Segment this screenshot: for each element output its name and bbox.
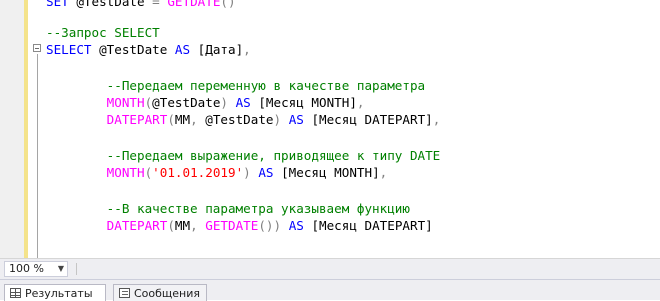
code-token: @TestDate [205, 112, 274, 127]
code-token: @TestDate [99, 42, 175, 57]
code-token: AS [235, 95, 259, 110]
code-line[interactable]: --В качестве параметра указываем функцию [46, 200, 410, 217]
editor-status-bar: 100 % ▼ [0, 258, 660, 279]
code-token: [Дата] [197, 42, 244, 57]
sql-editor[interactable]: SET @TestDate = GETDATE() --Запрос SELEC… [0, 0, 660, 258]
tab-results[interactable]: Результаты [4, 284, 106, 301]
change-tracking-bar [24, 0, 28, 258]
code-token: --В качестве параметра указываем функцию [46, 201, 410, 216]
code-token: AS [288, 218, 312, 233]
code-token: AS [288, 112, 312, 127]
code-token: ( [167, 218, 175, 233]
line-gutter [0, 0, 25, 258]
code-token: MM [174, 218, 191, 233]
zoom-value: 100 % [9, 262, 44, 275]
code-token: @TestDate [152, 95, 221, 110]
code-line[interactable]: SELECT @TestDate AS [Дата], [46, 41, 251, 58]
code-line[interactable]: --Передаем выражение, приводящее к типу … [46, 147, 441, 164]
code-token: --Передаем переменную в качестве парамет… [46, 78, 426, 93]
code-token: = [152, 0, 168, 9]
code-line[interactable]: DATEPART(MM, GETDATE()) AS [Месяц DATEPA… [46, 217, 433, 234]
code-line[interactable]: MONTH('01.01.2019') AS [Месяц MONTH], [46, 164, 388, 181]
code-token: , [432, 112, 441, 127]
code-token: --Запрос SELECT [46, 25, 160, 40]
code-token: GETDATE [167, 0, 221, 9]
chevron-down-icon[interactable]: ▼ [58, 262, 64, 276]
fold-guide-line [37, 54, 38, 258]
code-line[interactable]: MONTH(@TestDate) AS [Месяц MONTH], [46, 94, 365, 111]
scrollbar-separator [76, 263, 77, 275]
code-token: MM [174, 112, 191, 127]
code-token: [Месяц DATEPART] [311, 112, 433, 127]
messages-icon [119, 288, 130, 298]
code-token: , [356, 95, 365, 110]
code-token: , [190, 112, 206, 127]
code-token: [Месяц MONTH] [258, 95, 357, 110]
results-tabs: Результаты Сообщения [0, 279, 660, 301]
code-token: ) [220, 95, 236, 110]
code-token: DATEPART [46, 218, 168, 233]
zoom-dropdown[interactable]: 100 % ▼ [4, 261, 68, 277]
results-grid-icon [10, 288, 21, 298]
code-token: SELECT [46, 42, 100, 57]
tab-messages-label: Сообщения [134, 287, 201, 300]
code-token: AS [258, 165, 282, 180]
code-token: , [243, 42, 251, 57]
code-token: '01.01.2019' [152, 165, 244, 180]
collapse-region-icon[interactable] [33, 44, 41, 52]
code-token: --Передаем выражение, приводящее к типу … [46, 148, 441, 163]
tab-messages[interactable]: Сообщения [113, 284, 207, 301]
code-token: DATEPART [46, 112, 168, 127]
code-token: ()) [258, 218, 289, 233]
code-token: ( [167, 112, 175, 127]
code-token: @TestDate [76, 0, 153, 9]
code-token: [Месяц DATEPART] [311, 218, 433, 233]
tab-results-label: Результаты [25, 287, 93, 300]
code-token: SET [46, 0, 77, 9]
code-token: , [379, 165, 388, 180]
code-token: [Месяц MONTH] [281, 165, 380, 180]
code-token: GETDATE [205, 218, 259, 233]
code-token: , [190, 218, 206, 233]
code-token: ) [243, 165, 259, 180]
code-token: ) [273, 112, 289, 127]
code-line[interactable]: --Запрос SELECT [46, 24, 160, 41]
code-line[interactable]: SET @TestDate = GETDATE() [46, 0, 236, 10]
code-line[interactable]: DATEPART(MM, @TestDate) AS [Месяц DATEPA… [46, 111, 441, 128]
code-token: MONTH [46, 95, 145, 110]
code-line[interactable]: --Передаем переменную в качестве парамет… [46, 77, 425, 94]
code-token: MONTH [46, 165, 145, 180]
code-token: () [220, 0, 236, 9]
code-token: AS [174, 42, 198, 57]
